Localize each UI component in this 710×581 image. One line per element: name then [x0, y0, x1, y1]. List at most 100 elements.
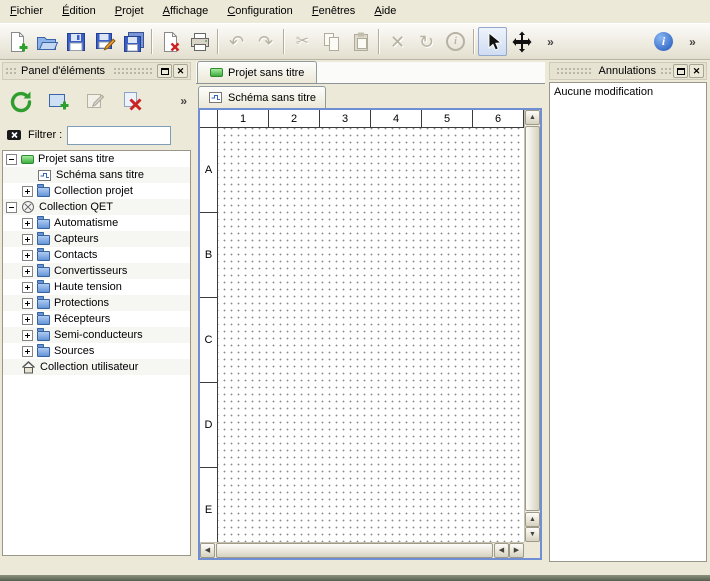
element-info-button[interactable]: i [441, 27, 470, 56]
overflow-chevron-icon: » [689, 35, 696, 49]
print-icon [188, 30, 212, 54]
save-as-button[interactable] [90, 27, 119, 56]
scroll-down-button[interactable]: ▼ [525, 527, 540, 542]
tree-item-schema-sans-titre[interactable]: Schéma sans titre [3, 167, 190, 183]
close-file-button[interactable] [156, 27, 185, 56]
scroll-up-button[interactable]: ▲ [525, 110, 540, 125]
tab-schema-sans-titre[interactable]: Schéma sans titre [198, 86, 326, 108]
expand-icon[interactable] [22, 186, 33, 197]
tree-item-recepteurs[interactable]: Récepteurs [3, 311, 190, 327]
tab-projet-sans-titre[interactable]: Projet sans titre [197, 61, 317, 83]
vertical-scrollbar[interactable]: ▲ ▲ ▼ [524, 110, 540, 542]
filter-input[interactable] [67, 126, 171, 145]
tree-item-convertisseurs[interactable]: Convertisseurs [3, 263, 190, 279]
tree-item-label: Automatisme [54, 217, 118, 229]
horizontal-scrollbar[interactable]: ◀ ◀ ▶ [200, 542, 524, 558]
reload-collections-button[interactable] [6, 86, 36, 116]
undo-empty-message: Aucune modification [550, 83, 706, 101]
expand-icon[interactable] [22, 234, 33, 245]
tree-item-label: Semi-conducteurs [54, 329, 143, 341]
undo-panel-titlebar[interactable]: Annulations ✕ [549, 62, 707, 80]
delete-element-icon [120, 89, 144, 113]
float-window-icon [161, 68, 169, 75]
menu-configuration[interactable]: Configuration [219, 0, 300, 22]
scroll-left-button[interactable]: ◀ [494, 543, 509, 558]
tree-item-collection-projet[interactable]: Collection projet [3, 183, 190, 199]
scroll-left-button[interactable]: ◀ [200, 543, 215, 558]
undo-button[interactable]: ↶ [222, 27, 251, 56]
panel-toolbar-overflow-button[interactable]: » [180, 94, 187, 108]
undo-history-panel[interactable]: Aucune modification [549, 82, 707, 562]
horizontal-scroll-track[interactable] [216, 543, 493, 558]
scroll-up-button[interactable]: ▲ [525, 512, 540, 527]
menu-fichier[interactable]: Fichier [2, 0, 51, 22]
tree-item-projet-sans-titre[interactable]: Projet sans titre [3, 151, 190, 167]
menu-edition[interactable]: Édition [54, 0, 104, 22]
horizontal-scroll-thumb[interactable] [216, 543, 493, 558]
tree-item-semi-conducteurs[interactable]: Semi-conducteurs [3, 327, 190, 343]
paste-button[interactable] [346, 27, 375, 56]
expand-icon[interactable] [22, 250, 33, 261]
about-button[interactable]: i [649, 27, 678, 56]
edit-element-button[interactable] [80, 86, 110, 116]
toolbar-separator [151, 29, 153, 54]
float-dock-button[interactable] [673, 64, 688, 78]
scroll-right-button[interactable]: ▶ [509, 543, 524, 558]
save-button[interactable] [61, 27, 90, 56]
home-icon [21, 360, 36, 374]
delete-element-button[interactable] [117, 86, 147, 116]
vertical-scroll-track[interactable] [525, 126, 540, 511]
project-tabbar: Projet sans titre [196, 62, 545, 84]
drawing-toolbar-overflow-button[interactable]: » [536, 27, 565, 56]
new-document-button[interactable] [3, 27, 32, 56]
cut-button[interactable]: ✂ [288, 27, 317, 56]
float-dock-button[interactable] [157, 64, 172, 78]
rotate-selection-button[interactable]: ↻ [412, 27, 441, 56]
expand-icon[interactable] [22, 282, 33, 293]
elements-panel-titlebar[interactable]: Panel d'éléments ✕ [2, 62, 191, 80]
row-header: B [200, 213, 217, 298]
tree-item-protections[interactable]: Protections [3, 295, 190, 311]
print-button[interactable] [185, 27, 214, 56]
menu-fenetres[interactable]: Fenêtres [304, 0, 363, 22]
help-toolbar-overflow-button[interactable]: » [678, 27, 707, 56]
close-dock-button[interactable]: ✕ [689, 64, 704, 78]
tree-item-sources[interactable]: Sources [3, 343, 190, 359]
expand-icon[interactable] [22, 330, 33, 341]
column-ruler: 1 2 3 4 5 6 [218, 110, 524, 128]
expand-icon[interactable] [22, 266, 33, 277]
vertical-scroll-thumb[interactable] [525, 126, 540, 511]
pan-mode-button[interactable] [507, 27, 536, 56]
collapse-icon[interactable] [6, 202, 17, 213]
project-tab-label: Projet sans titre [228, 67, 304, 79]
menu-affichage[interactable]: Affichage [155, 0, 217, 22]
clear-filter-icon[interactable] [6, 127, 23, 143]
tree-item-automatisme[interactable]: Automatisme [3, 215, 190, 231]
diagram-canvas[interactable] [218, 128, 524, 542]
copy-icon [320, 30, 344, 54]
move-arrows-icon [510, 30, 534, 54]
down-arrow-icon: ▼ [529, 531, 536, 538]
tree-item-collection-qet[interactable]: Collection QET [3, 199, 190, 215]
copy-button[interactable] [317, 27, 346, 56]
folder-icon [37, 315, 50, 325]
menu-aide[interactable]: Aide [366, 0, 404, 22]
close-dock-button[interactable]: ✕ [173, 64, 188, 78]
save-all-button[interactable] [119, 27, 148, 56]
selection-mode-button[interactable] [478, 27, 507, 56]
menu-projet[interactable]: Projet [107, 0, 152, 22]
tree-item-capteurs[interactable]: Capteurs [3, 231, 190, 247]
tree-item-collection-utilisateur[interactable]: Collection utilisateur [3, 359, 190, 375]
redo-button[interactable]: ↷ [251, 27, 280, 56]
row-ruler: A B C D E [200, 128, 218, 542]
tree-item-contacts[interactable]: Contacts [3, 247, 190, 263]
expand-icon[interactable] [22, 346, 33, 357]
expand-icon[interactable] [22, 218, 33, 229]
collapse-icon[interactable] [6, 154, 17, 165]
expand-icon[interactable] [22, 298, 33, 309]
expand-icon[interactable] [22, 314, 33, 325]
delete-selection-button[interactable]: ✕ [383, 27, 412, 56]
new-element-button[interactable] [43, 86, 73, 116]
open-project-button[interactable] [32, 27, 61, 56]
tree-item-haute-tension[interactable]: Haute tension [3, 279, 190, 295]
